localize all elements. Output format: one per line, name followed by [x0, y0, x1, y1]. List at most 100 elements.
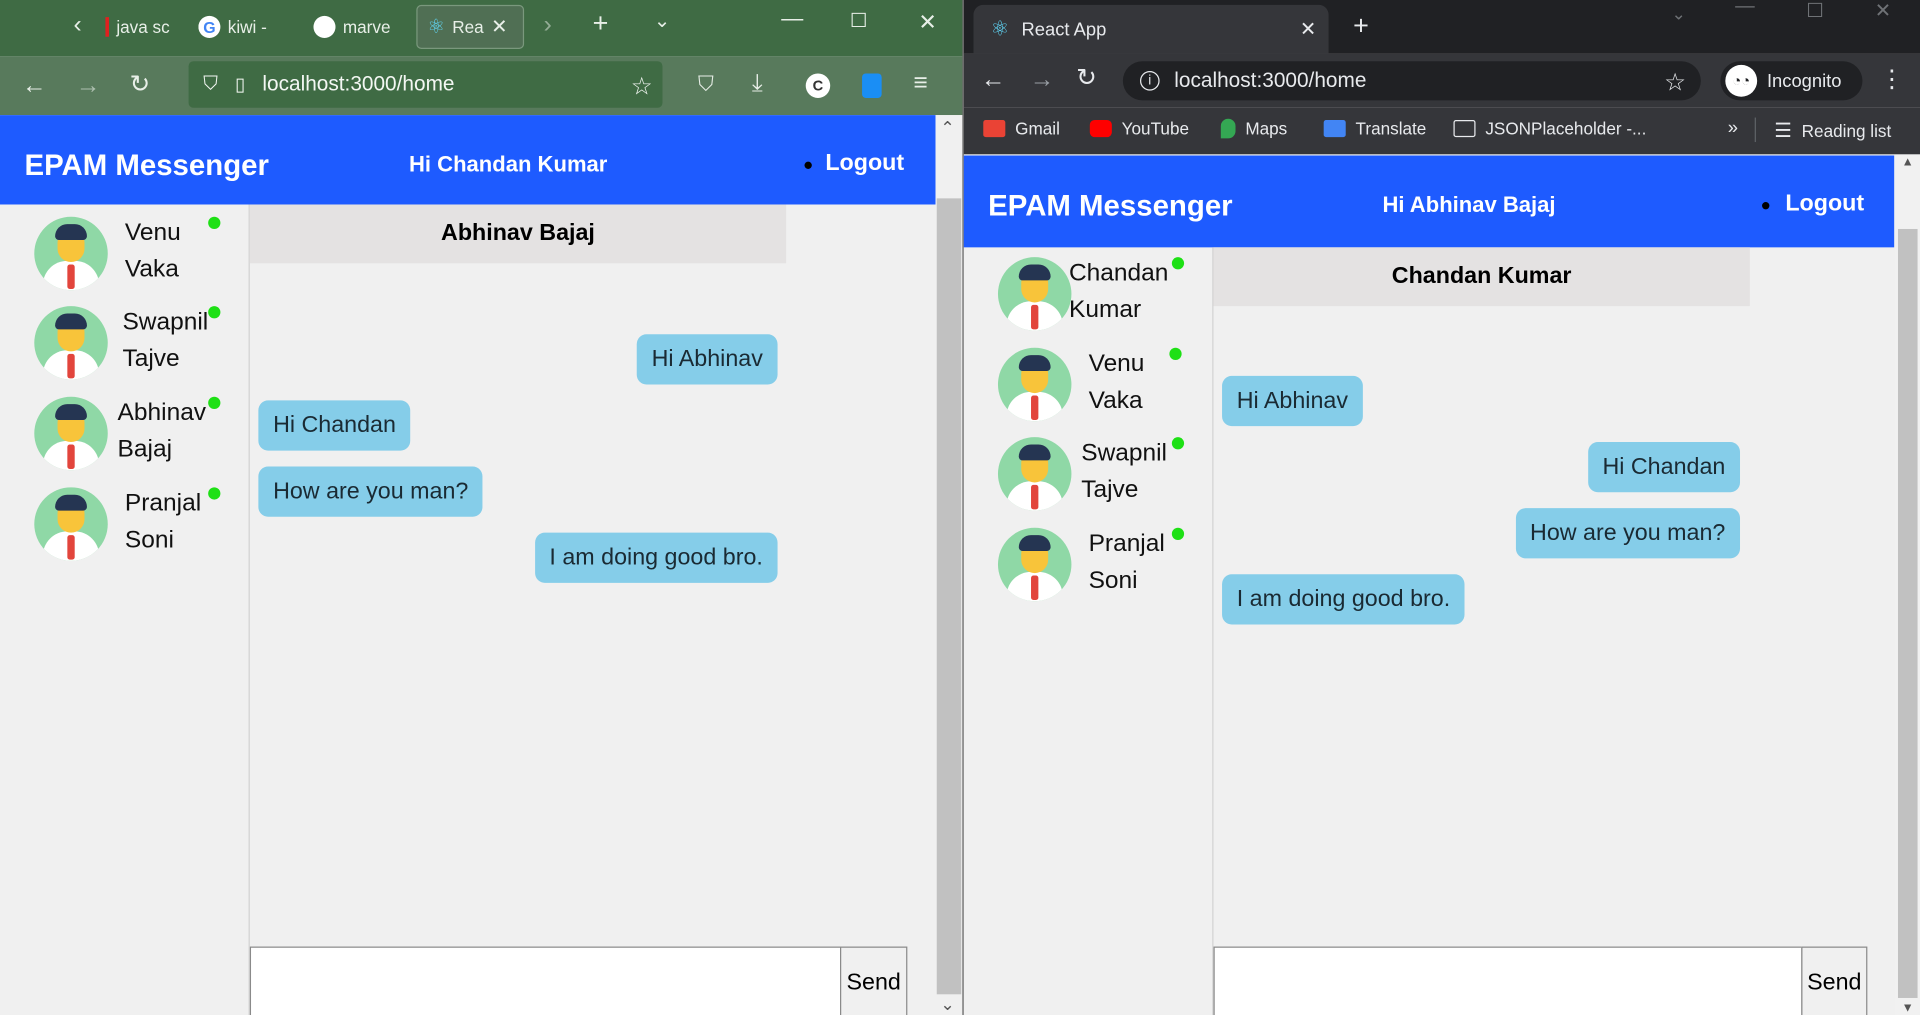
close-window-icon[interactable]: ✕ — [918, 11, 936, 33]
tab-label: java sc — [116, 17, 170, 37]
back-icon[interactable]: ← — [981, 67, 1005, 91]
close-tab-icon[interactable]: ✕ — [1300, 17, 1316, 41]
avatar — [34, 216, 108, 291]
tab-react-app[interactable]: ⚛ React App ✕ — [973, 4, 1329, 54]
profile-avatar[interactable]: C — [805, 73, 831, 98]
back-icon[interactable]: ← — [22, 73, 46, 97]
minimize-icon[interactable]: — — [781, 7, 803, 29]
contact-item[interactable]: Swapnil Tajve — [34, 304, 242, 382]
gmail-icon — [983, 120, 1006, 138]
bookmark-star-icon[interactable]: ☆ — [1664, 67, 1686, 98]
message-bubble: How are you man? — [1515, 508, 1741, 559]
logout-link[interactable]: Logout — [1785, 191, 1864, 218]
message-bubble: How are you man? — [258, 466, 484, 517]
scroll-up-icon[interactable]: ⌃ — [940, 118, 954, 139]
firefox-window: ‹ java sc G kiwi - marve ⚛ Rea ✕ › + ⌄ — — [0, 0, 963, 1015]
message-bubble: Hi Chandan — [1587, 442, 1741, 493]
tab-label: Rea — [452, 17, 484, 37]
pocket-icon[interactable]: ⛉ — [698, 73, 714, 94]
maps-icon — [1220, 118, 1236, 139]
incognito-icon: ◔◔ — [1725, 64, 1758, 97]
more-menu-icon[interactable]: ⋮ — [1880, 67, 1904, 91]
tab-scroll-left-icon[interactable]: ‹ — [73, 12, 81, 36]
bookmark-label: Maps — [1245, 118, 1288, 139]
address-bar[interactable]: ⛉ ▯ localhost:3000/home ☆ — [188, 61, 663, 108]
contact-item[interactable]: Swapnil Tajve — [997, 435, 1206, 513]
logout-link[interactable]: Logout — [825, 151, 904, 178]
avatar — [34, 306, 108, 380]
close-tab-icon[interactable]: ✕ — [491, 15, 507, 39]
avatar — [34, 396, 108, 471]
contact-item[interactable]: Abhinav Bajaj — [34, 394, 242, 472]
java-favicon-icon — [105, 17, 109, 37]
app-header: EPAM Messenger Hi Chandan Kumar Logout — [0, 115, 936, 205]
list-tabs-icon[interactable]: ⌄ — [654, 12, 670, 32]
tab-kiwi[interactable]: G kiwi - — [198, 5, 289, 49]
forward-icon[interactable]: → — [76, 73, 100, 97]
page-scrollbar[interactable]: ⌃ ⌄ — [935, 115, 963, 1015]
online-indicator — [208, 216, 221, 229]
github-favicon-icon — [313, 15, 336, 38]
avatar — [34, 487, 108, 561]
new-tab-icon[interactable]: + — [1353, 12, 1369, 39]
scroll-down-icon[interactable]: ⌄ — [940, 994, 954, 1015]
menu-icon[interactable]: ≡ — [913, 71, 927, 95]
more-bookmarks-icon[interactable]: » — [1728, 118, 1738, 139]
shield-icon: ⛉ — [203, 73, 218, 95]
incognito-chip[interactable]: ◔◔ Incognito — [1720, 61, 1863, 101]
downloads-icon[interactable]: ⤓ — [752, 71, 763, 95]
logout-bullet — [804, 161, 812, 169]
bookmark-label: JSONPlaceholder -... — [1485, 118, 1647, 139]
tab-scroll-right-icon[interactable]: › — [544, 12, 552, 36]
tab-github[interactable]: marve — [313, 5, 399, 49]
extension-icon[interactable] — [862, 73, 882, 98]
bookmark-maps[interactable]: Maps — [1220, 118, 1288, 139]
reading-list-button[interactable]: ☰ Reading list — [1774, 119, 1891, 143]
online-indicator — [1169, 347, 1182, 361]
maximize-icon[interactable]: ☐ — [1806, 2, 1824, 22]
bookmark-label: YouTube — [1121, 118, 1190, 139]
send-button[interactable]: Send — [840, 946, 908, 1015]
avatar — [997, 527, 1072, 602]
contact-name: Swapnil Tajve — [122, 308, 209, 373]
search-tabs-icon[interactable]: ⌄ — [1671, 5, 1685, 22]
message-input[interactable] — [1213, 946, 1803, 1015]
bookmark-youtube[interactable]: YouTube — [1089, 118, 1190, 139]
site-info-icon[interactable]: i — [1140, 71, 1160, 91]
address-bar[interactable]: i localhost:3000/home ☆ — [1122, 61, 1701, 101]
app-header: EPAM Messenger Hi Abhinav Bajaj Logout — [963, 155, 1895, 248]
contact-item[interactable]: Venu Vaka — [34, 214, 242, 292]
greeting: Hi Chandan Kumar — [408, 151, 608, 177]
bookmarks-bar: Gmail YouTube Maps Translate JSONPlaceho… — [963, 107, 1920, 155]
scroll-up-icon[interactable]: ▲ — [1902, 156, 1914, 169]
forward-icon[interactable]: → — [1030, 67, 1054, 91]
minimize-icon[interactable]: — — [1735, 0, 1755, 17]
logout-bullet — [1762, 202, 1770, 210]
message-bubble: Hi Chandan — [258, 400, 411, 451]
contact-item[interactable]: Venu Vaka — [997, 345, 1206, 423]
contact-item[interactable]: Pranjal Soni — [997, 525, 1206, 603]
reload-icon[interactable]: ↻ — [1076, 66, 1097, 90]
greeting: Hi Abhinav Bajaj — [1382, 192, 1556, 217]
tab-react-app[interactable]: ⚛ Rea ✕ — [416, 4, 525, 49]
maximize-icon[interactable]: ☐ — [850, 12, 868, 32]
scroll-down-icon[interactable]: ▼ — [1902, 1002, 1914, 1015]
translate-icon — [1323, 120, 1346, 138]
tab-java[interactable]: java sc — [105, 5, 183, 49]
bookmark-star-icon[interactable]: ☆ — [631, 71, 653, 102]
contact-item[interactable]: Pranjal Soni — [34, 485, 242, 563]
scrollbar-thumb[interactable] — [1897, 228, 1918, 998]
new-tab-icon[interactable]: + — [593, 9, 609, 37]
reload-icon[interactable]: ↻ — [130, 72, 151, 96]
send-button[interactable]: Send — [1801, 946, 1868, 1015]
chrome-toolbar: ← → ↻ i localhost:3000/home ☆ ◔◔ Incogni… — [963, 53, 1920, 108]
bookmark-gmail[interactable]: Gmail — [983, 119, 1060, 138]
message-input[interactable] — [249, 946, 842, 1015]
contact-item[interactable]: Chandan Kumar — [997, 255, 1206, 333]
bookmark-translate[interactable]: Translate — [1323, 119, 1426, 138]
contact-name: Chandan Kumar — [1068, 259, 1169, 324]
close-window-icon[interactable]: ✕ — [1875, 2, 1891, 22]
scrollbar-thumb[interactable] — [936, 198, 962, 995]
bookmark-jsonplaceholder[interactable]: JSONPlaceholder -... — [1453, 118, 1647, 139]
page-scrollbar[interactable]: ▲ ▼ — [1894, 155, 1920, 1015]
